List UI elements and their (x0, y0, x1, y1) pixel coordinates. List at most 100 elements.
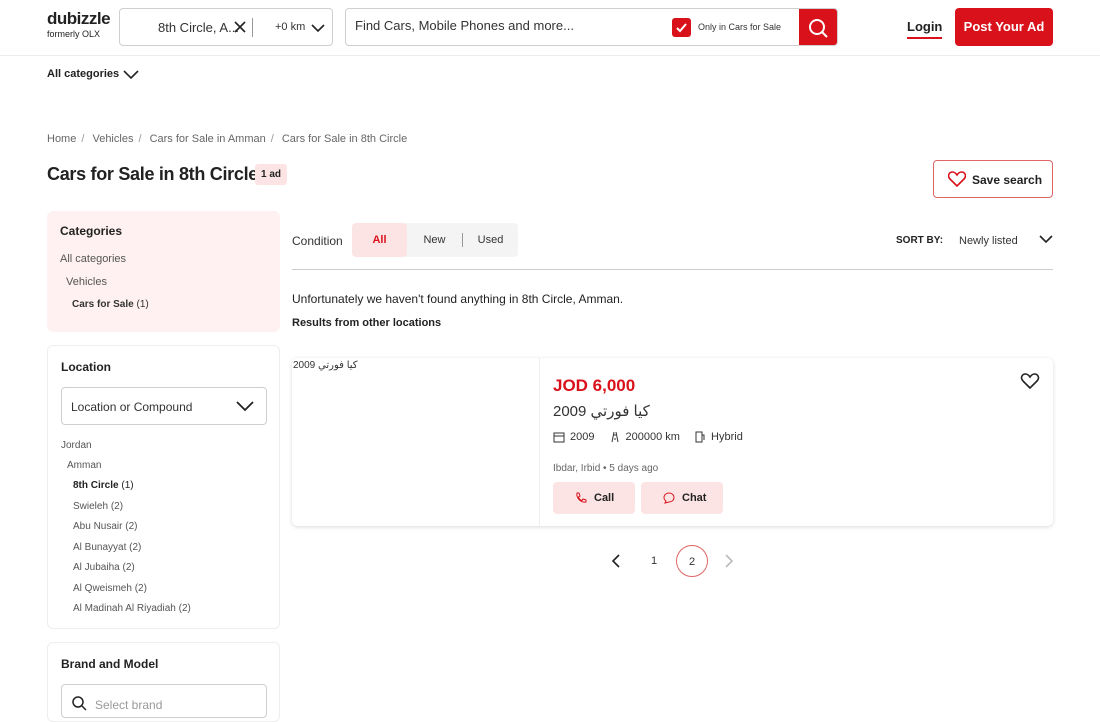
category-all[interactable]: All categories (60, 253, 126, 265)
breadcrumb: Home / Vehicles / Cars for Sale in Amman / … (47, 133, 408, 145)
spec-year-value: 2009 (570, 431, 595, 444)
location-selector[interactable]: 8th Circle, A... +0 km (119, 8, 333, 46)
chevron-down-icon[interactable] (1039, 233, 1053, 245)
spec-fuel-value: Hybrid (711, 431, 743, 444)
listing-title[interactable]: كيا فورتي 2009 (553, 402, 650, 420)
location-area-name: Al Jubaiha (73, 562, 120, 573)
chevron-down-icon (123, 70, 139, 80)
header: dubizzle formerly OLX 8th Circle, A... +… (0, 0, 1100, 56)
brand-model-heading: Brand and Model (61, 657, 159, 671)
search-bar: Only in Cars for Sale (345, 8, 838, 46)
logo-wordmark: dubizzle (47, 9, 111, 28)
calendar-icon (553, 432, 565, 443)
categories-heading: Categories (60, 224, 123, 238)
location-item-swieleh[interactable]: Swieleh (2) (73, 501, 123, 512)
category-vehicles[interactable]: Vehicles (66, 276, 107, 288)
location-area-count: (2) (110, 501, 124, 512)
divider (252, 18, 253, 37)
location-area-name: 8th Circle (73, 480, 119, 491)
login-link[interactable]: Login (907, 19, 943, 39)
chevron-right-icon[interactable] (722, 554, 736, 568)
condition-toggle: All New Used (352, 223, 518, 257)
spec-mileage: 200000 km (609, 431, 680, 443)
all-categories-label: All categories (47, 68, 120, 80)
location-item-abu-nusair[interactable]: Abu Nusair (2) (73, 521, 137, 532)
logo-formerly: formerly OLX (47, 29, 101, 39)
close-icon[interactable] (232, 19, 248, 35)
road-icon (611, 432, 619, 443)
location-value: 8th Circle, A... (158, 20, 238, 35)
chevron-down-icon[interactable] (310, 20, 326, 36)
location-item-al-bunayyat[interactable]: Al Bunayyat (2) (73, 542, 141, 553)
breadcrumb-cars-8th-circle[interactable]: Cars for Sale in 8th Circle (282, 133, 407, 145)
location-item-al-madinah[interactable]: Al Madinah Al Riyadiah (2) (73, 603, 191, 614)
page-2-current[interactable]: 2 (676, 545, 708, 577)
chat-button[interactable]: Chat (641, 482, 723, 514)
phone-icon (576, 492, 587, 503)
check-icon (676, 23, 687, 33)
location-compound-select[interactable]: Location or Compound (61, 387, 267, 425)
listing-card[interactable]: كيا فورتي 2009 JOD 6,000 كيا فورتي 2009 … (292, 358, 1053, 526)
location-area-name: Swieleh (73, 501, 109, 512)
breadcrumb-home[interactable]: Home (47, 133, 76, 145)
category-count: (1) (136, 299, 149, 310)
location-area-count: (2) (129, 542, 142, 553)
chevron-left-icon[interactable] (609, 554, 623, 568)
breadcrumb-vehicles[interactable]: Vehicles (92, 133, 133, 145)
no-results-message: Unfortunately we haven't found anything … (292, 292, 624, 306)
location-item-jordan[interactable]: Jordan (61, 440, 92, 451)
condition-label: Condition (292, 234, 343, 248)
listing-image[interactable]: كيا فورتي 2009 (292, 358, 540, 526)
search-input[interactable] (355, 18, 655, 33)
breadcrumb-cars-amman[interactable]: Cars for Sale in Amman (150, 133, 266, 145)
listing-price: JOD 6,000 (553, 376, 636, 395)
location-area-name: Al Qweismeh (73, 583, 132, 594)
fuel-icon (695, 431, 705, 443)
search-icon (72, 696, 87, 711)
location-area-name: Al Bunayyat (73, 542, 127, 553)
location-select-placeholder: Location or Compound (71, 400, 193, 414)
spec-mileage-value: 200000 km (625, 431, 680, 444)
broken-image-alt: كيا فورتي 2009 (293, 360, 358, 371)
search-icon (809, 19, 828, 38)
location-area-name: Al Madinah Al Riyadiah (73, 603, 176, 614)
page-1[interactable]: 1 (638, 545, 670, 577)
category-cars-for-sale[interactable]: Cars for Sale (1) (72, 299, 149, 310)
call-label: Call (594, 492, 615, 504)
listing-location-time: Ibdar, Irbid • 5 days ago (553, 463, 659, 474)
condition-used[interactable]: Used (463, 223, 518, 257)
all-categories-dropdown[interactable]: All categories (47, 68, 139, 80)
dubizzle-logo[interactable]: dubizzle formerly OLX (47, 9, 111, 40)
location-area-count: (2) (134, 583, 147, 594)
ad-count-badge: 1 ad (255, 164, 288, 185)
condition-new[interactable]: New (407, 223, 462, 257)
page-title: Cars for Sale in 8th Circle (47, 164, 258, 184)
location-item-al-qweismeh[interactable]: Al Qweismeh (2) (73, 583, 147, 594)
location-panel: Location Location or Compound Jordan Amm… (47, 345, 280, 629)
location-item-al-jubaiha[interactable]: Al Jubaiha (2) (73, 562, 135, 573)
sort-dropdown[interactable]: Newly listed (959, 235, 1018, 247)
radius-value[interactable]: +0 km (275, 21, 305, 33)
save-search-label: Save search (972, 173, 1043, 187)
favorite-heart-icon[interactable] (1020, 372, 1040, 390)
save-search-button[interactable]: Save search (933, 160, 1053, 198)
location-area-count: (2) (178, 603, 191, 614)
spec-year: 2009 (553, 431, 594, 443)
only-in-category-checkbox[interactable] (672, 18, 691, 37)
category-current-label: Cars for Sale (72, 299, 134, 310)
divider (292, 269, 1053, 270)
brand-search-input[interactable]: Select brand (61, 684, 267, 718)
chat-label: Chat (682, 492, 707, 504)
search-button[interactable] (799, 9, 837, 45)
call-button[interactable]: Call (553, 482, 635, 514)
sort-label: SORT BY: (896, 235, 944, 246)
location-area-count: (1) (121, 480, 134, 491)
spec-fuel: Hybrid (694, 431, 743, 443)
only-in-category-label[interactable]: Only in Cars for Sale (698, 22, 781, 32)
condition-all[interactable]: All (352, 223, 407, 257)
post-ad-button[interactable]: Post Your Ad (955, 8, 1053, 46)
location-item-amman[interactable]: Amman (67, 460, 101, 471)
listing-specs: 2009 200000 km Hybrid (553, 431, 754, 443)
brand-placeholder: Select brand (95, 698, 163, 712)
location-item-8th-circle[interactable]: 8th Circle (1) (73, 480, 134, 491)
